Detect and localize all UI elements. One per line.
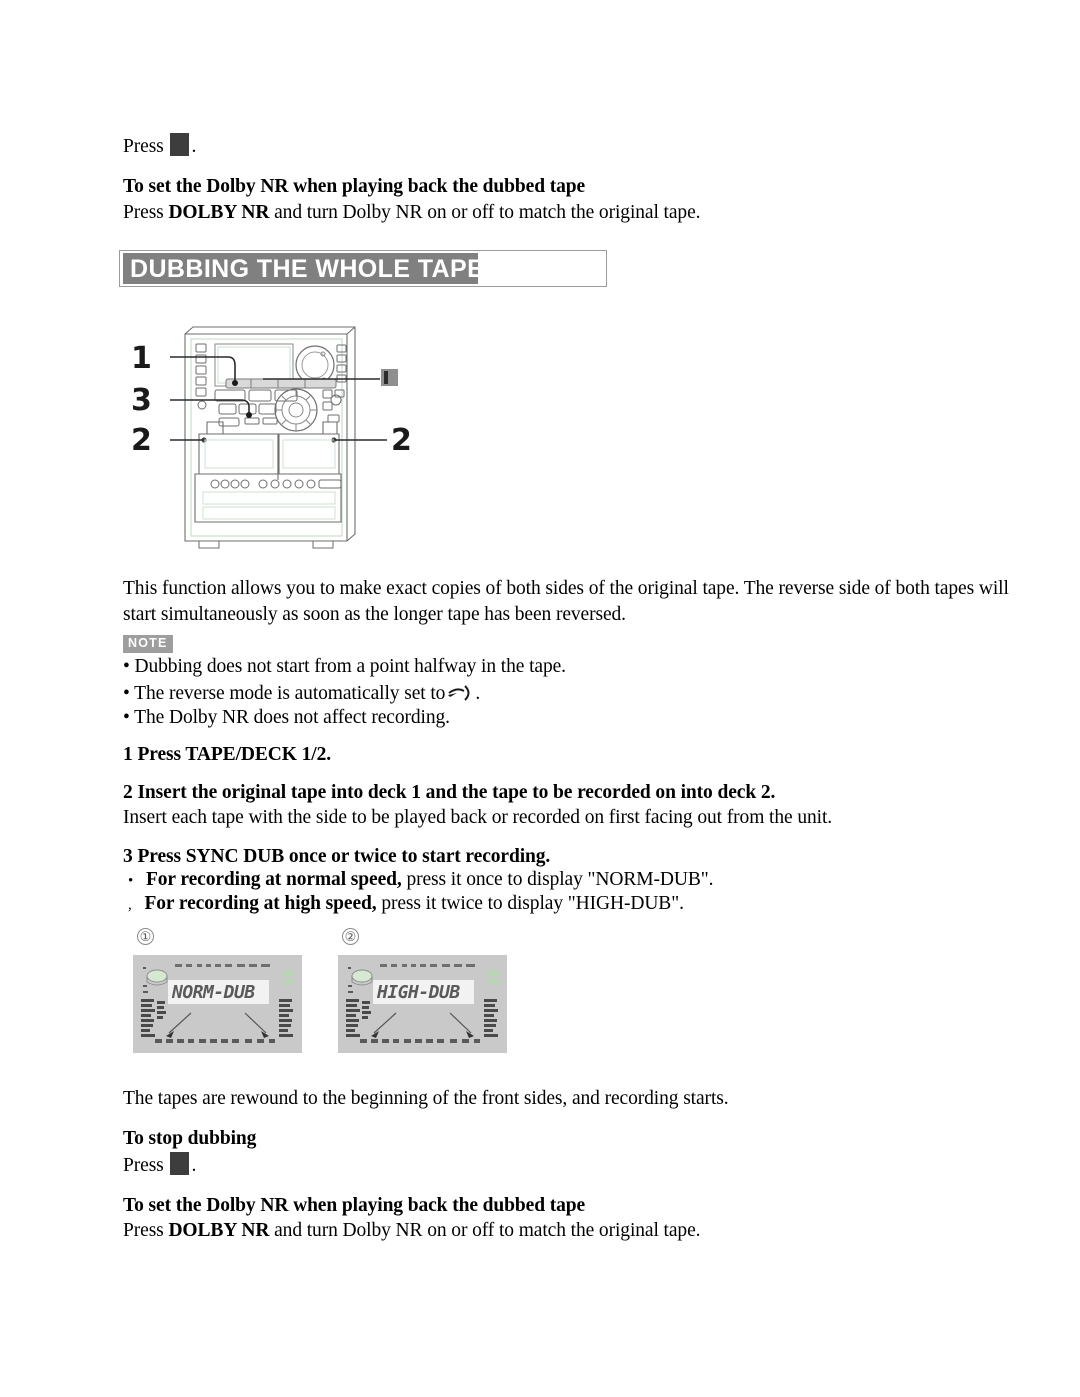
stop-dubbing-heading: To stop dubbing: [123, 1128, 257, 1149]
lcd-display-high-dub: ② HIGH-DUB: [338, 928, 528, 1058]
press-label-top: Press: [123, 136, 164, 157]
note-bullet-text-1: Dubbing does not start from a point half…: [134, 656, 567, 677]
step-3-bullet-rest-1: press it once to display "NORM-DUB".: [406, 869, 714, 890]
step-3-bullet-bold-1: For recording at normal speed,: [145, 869, 402, 890]
after-figures-line: The tapes are rewound to the beginning o…: [123, 1088, 729, 1109]
note-bullet-marker-3: •: [123, 707, 130, 728]
callout-number-1: 1: [131, 341, 152, 376]
note-bullet-2: • The reverse mode is automatically set …: [123, 680, 480, 707]
dolby-press-label-bottom: Press: [123, 1220, 164, 1241]
dolby-rest-top: and turn Dolby NR on or off to match the…: [274, 202, 701, 223]
dolby-press-label-top: Press: [123, 202, 164, 223]
intro-line-2: start simultaneously as soon as the long…: [123, 604, 626, 625]
figure-marker-1: ①: [137, 928, 154, 945]
lcd-panel-bg-2: [338, 955, 507, 1053]
period-top: .: [191, 136, 197, 157]
note-bullet-marker-2: •: [123, 683, 130, 704]
stop-button-icon: [170, 1152, 190, 1175]
step-2-heading: 2 Insert the original tape into deck 1 a…: [123, 779, 775, 806]
step-3-text: Press SYNC DUB once or twice to start re…: [137, 846, 551, 867]
dolby-nr-heading-top: To set the Dolby NR when playing back th…: [123, 176, 586, 197]
lcd-text-high-dub: HIGH-DUB: [377, 982, 460, 1003]
dolby-rest-bottom: and turn Dolby NR on or off to match the…: [274, 1220, 701, 1241]
dolby-nr-button-label-bottom: DOLBY NR: [168, 1220, 270, 1241]
dolby-nr-body-top: Press DOLBY NR and turn Dolby NR on or o…: [123, 199, 701, 226]
note-badge: NOTE: [123, 635, 173, 653]
press-stop-line-top: Press .: [123, 133, 196, 160]
callout-number-2-left: 2: [131, 423, 152, 458]
manual-page: Press . To set the Dolby NR when playing…: [0, 0, 1080, 1397]
callout-number-3: 3: [131, 383, 152, 418]
lcd-text-norm-dub: NORM-DUB: [172, 982, 255, 1003]
step-2-number: 2: [123, 782, 133, 803]
note-bullet-1: • Dubbing does not start from a point ha…: [123, 653, 566, 680]
step-1-text: Press TAPE/DECK 1/2.: [137, 744, 331, 765]
dolby-nr-body-bottom: Press DOLBY NR and turn Dolby NR on or o…: [123, 1217, 701, 1244]
note-bullet-text-2: The reverse mode is automatically set to: [134, 683, 446, 704]
step-3-bullet-marker-2: ,: [128, 897, 132, 913]
step-2-text: Insert the original tape into deck 1 and…: [137, 782, 776, 803]
note-bullet-text-3: The Dolby NR does not affect recording.: [134, 707, 450, 728]
reverse-mode-loop-icon: [445, 684, 475, 702]
step-1-heading: 1 Press TAPE/DECK 1/2.: [123, 741, 331, 768]
stop-button-icon: [170, 133, 190, 156]
step-3-bullet-bold-2: For recording at high speed,: [144, 893, 377, 914]
lcd-panel-bg-1: [133, 955, 302, 1053]
period-bottom: .: [191, 1155, 197, 1176]
stop-button-icon: [381, 369, 398, 386]
note-bullet-3: • The Dolby NR does not affect recording…: [123, 704, 450, 731]
press-label-bottom: Press: [123, 1155, 164, 1176]
dolby-nr-heading-bottom: To set the Dolby NR when playing back th…: [123, 1195, 586, 1216]
step-1-number: 1: [123, 744, 133, 765]
note-bullet-suffix-2: .: [475, 683, 481, 704]
step-2-body: Insert each tape with the side to be pla…: [123, 807, 833, 828]
intro-line-1: This function allows you to make exact c…: [123, 578, 1009, 599]
step-3-bullet-2: , For recording at high speed, press it …: [128, 890, 684, 919]
stereo-system-front-panel-diagram: 1 3 2 2: [123, 322, 423, 554]
step-3-number: 3: [123, 846, 133, 867]
callout-number-2-right: 2: [391, 423, 412, 458]
figure-marker-2: ②: [342, 928, 359, 945]
step-3-bullet-marker-1: •: [128, 873, 134, 889]
lcd-display-norm-dub: ① NORM-DUB: [133, 928, 323, 1058]
note-bullet-marker-1: •: [123, 656, 130, 677]
dolby-nr-button-label-top: DOLBY NR: [168, 202, 270, 223]
page-title: DUBBING THE WHOLE TAPE: [130, 255, 485, 283]
press-stop-line-bottom: Press .: [123, 1152, 196, 1179]
step-3-bullet-rest-2: press it twice to display "HIGH-DUB".: [381, 893, 684, 914]
